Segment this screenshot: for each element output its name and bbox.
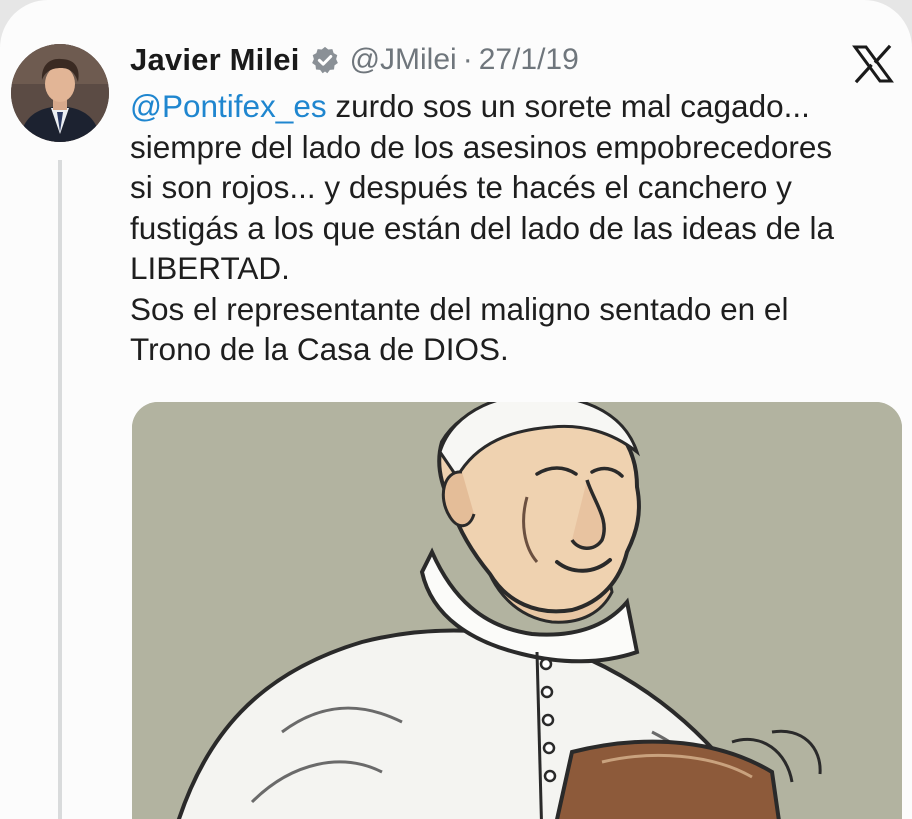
tweet-date[interactable]: 27/1/19 [479, 43, 579, 77]
mention-link[interactable]: @Pontifex_es [130, 88, 327, 124]
tweet-line-5: LIBERTAD. [130, 250, 290, 286]
header-separator: · [462, 43, 473, 76]
pope-cartoon-illustration [132, 402, 902, 819]
tweet-header: Javier Milei @JMilei · 27/1/19 [130, 38, 579, 82]
tweet-line-2: siempre del lado de los asesinos empobre… [130, 128, 833, 165]
author-handle[interactable]: @JMilei [350, 43, 457, 77]
tweet-line-6: Sos el representante del maligno sentado… [130, 290, 789, 327]
tweet-card: Javier Milei @JMilei · 27/1/19 @Pontifex… [0, 0, 912, 819]
verified-badge-icon [311, 46, 338, 74]
tweet-media-image[interactable] [132, 402, 902, 819]
tweet-line-1: @Pontifex_es zurdo sos un sorete mal cag… [130, 86, 910, 127]
tweet-line-7: Trono de la Casa de DIOS. [130, 331, 509, 367]
avatar-photo [11, 44, 109, 142]
tweet-line-1-text: zurdo sos un sorete mal cagado... [326, 88, 810, 124]
tweet-body: @Pontifex_es zurdo sos un sorete mal cag… [130, 86, 910, 370]
author-avatar[interactable] [11, 44, 109, 142]
x-logo-icon[interactable] [852, 44, 894, 84]
thread-line [58, 160, 62, 819]
author-name[interactable]: Javier Milei [130, 42, 300, 78]
tweet-line-4: fustigás a los que están del lado de las… [130, 209, 834, 246]
tweet-line-3: si son rojos... y después te hacés el ca… [130, 169, 792, 205]
